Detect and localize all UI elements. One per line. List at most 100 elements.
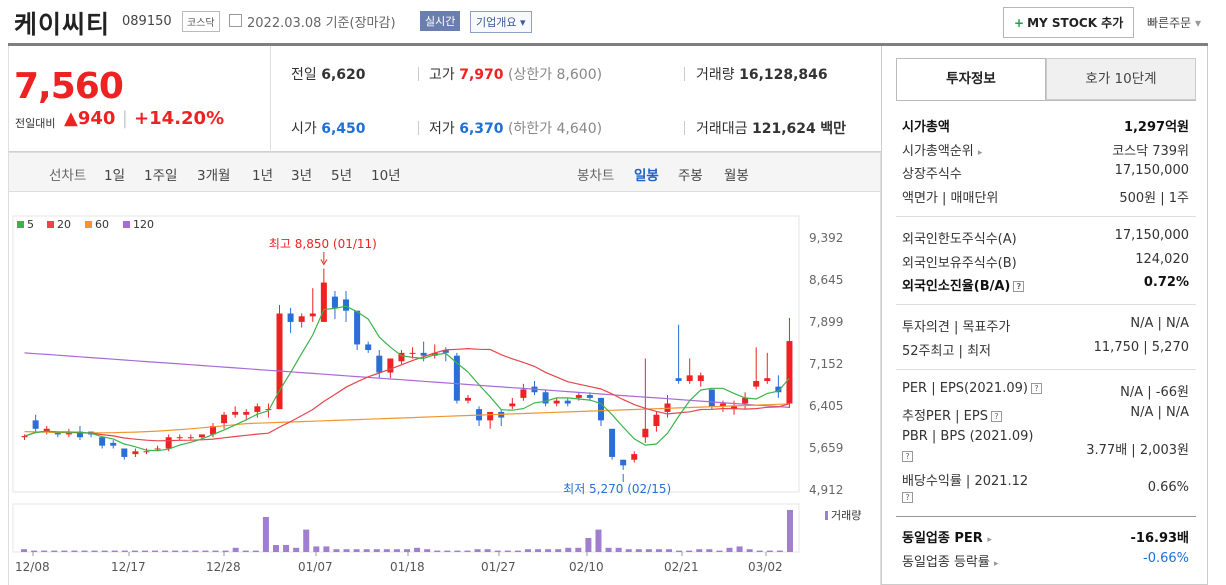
- candle-monthly[interactable]: 월봉: [724, 164, 749, 184]
- chevron-down-icon: ▾: [1195, 16, 1202, 30]
- quick-order-link[interactable]: 빠른주문 ▾: [1147, 14, 1201, 31]
- volume-bar: [91, 550, 98, 552]
- pbr-row: PBR | BPS (2021.09)? 3.77배 | 2,003원: [902, 429, 1189, 462]
- candle-body: [187, 437, 194, 439]
- candle-body: [21, 436, 28, 438]
- stock-header: 케이씨티 089150 코스닥 2022.03.08 기준(장마감) 실시간 기…: [0, 0, 1226, 44]
- volume-bar: [605, 547, 612, 552]
- help-icon[interactable]: ?: [902, 492, 913, 503]
- help-icon[interactable]: ?: [1030, 383, 1042, 394]
- candle-body: [764, 378, 771, 381]
- tab-invest-info[interactable]: 투자정보: [896, 58, 1046, 100]
- opinion-row: 투자의견 | 목표주가 N/A | N/A: [902, 316, 1189, 335]
- add-my-stock-button[interactable]: + MY STOCK 추가: [1003, 7, 1135, 38]
- volume-legend-swatch: [825, 511, 828, 520]
- volume-bar: [101, 550, 108, 552]
- listed-shares-row: 상장주식수 17,150,000: [902, 163, 1189, 182]
- market-cap-rank-row[interactable]: 시가총액순위 ▸ 코스닥 739위: [902, 140, 1189, 160]
- volume-bar: [474, 549, 481, 552]
- candle-body: [697, 375, 704, 381]
- caret-right-icon: ▸: [994, 559, 999, 569]
- volume-bar: [121, 550, 128, 552]
- tab-orderbook[interactable]: 호가 10단계: [1046, 58, 1196, 100]
- candle-body: [586, 395, 593, 398]
- period-10y[interactable]: 10년: [371, 164, 401, 184]
- volume-bar: [31, 550, 38, 552]
- candle-body: [575, 395, 582, 398]
- candle-body: [287, 313, 294, 322]
- candle-body: [409, 352, 416, 354]
- help-icon[interactable]: ?: [990, 411, 1002, 422]
- divider: [418, 121, 419, 135]
- y-tick-label: 9,392: [809, 231, 843, 245]
- divider: [418, 67, 419, 81]
- candle-body: [376, 355, 383, 373]
- candle-body: [221, 414, 228, 424]
- x-tick-label: 02/10: [569, 560, 604, 574]
- volume-bar: [676, 550, 683, 552]
- volume-bar: [393, 549, 400, 552]
- sector-per-row[interactable]: 동일업종 PER ▸ -16.93배: [902, 527, 1189, 547]
- volume-bar: [283, 545, 290, 552]
- volume-bar: [141, 550, 148, 552]
- chevron-down-icon: ▾: [519, 16, 526, 29]
- volume-bar: [716, 550, 723, 552]
- x-tick-label: 02/21: [664, 560, 699, 574]
- candle-body: [110, 442, 117, 446]
- volume-bar: [555, 549, 562, 552]
- period-3m[interactable]: 3개월: [197, 164, 230, 184]
- candle-body: [198, 434, 205, 438]
- volume-bar: [383, 549, 390, 552]
- volume-bar: [645, 549, 652, 552]
- volume-bar: [111, 550, 118, 552]
- candle-body: [32, 420, 39, 429]
- divider: [896, 304, 1196, 305]
- sector-change-row[interactable]: 동일업종 등락률 ▸ -0.66%: [902, 551, 1189, 571]
- period-1d[interactable]: 1일: [104, 164, 125, 184]
- candle-daily[interactable]: 일봉: [634, 164, 659, 184]
- company-info-dropdown[interactable]: 기업개요 ▾: [470, 11, 532, 33]
- volume-bar: [565, 547, 572, 552]
- x-tick-label: 01/18: [390, 560, 425, 574]
- divider: [896, 516, 1196, 517]
- volume-bar: [464, 550, 471, 552]
- volume-bar: [424, 549, 431, 552]
- divider: [684, 67, 685, 81]
- volume-bar: [535, 549, 542, 552]
- price-chart[interactable]: 5 20 60 120 9,392 8,645 7,899 7,152 6,405 5,659 4,…: [9, 192, 882, 585]
- volume-bar: [51, 550, 58, 552]
- help-icon[interactable]: ?: [1013, 281, 1025, 292]
- candle-body: [309, 313, 316, 317]
- legend-swatch-120: [123, 221, 130, 228]
- volume-bar: [293, 547, 300, 552]
- market-badge: 코스닥: [182, 11, 220, 32]
- help-icon[interactable]: ?: [902, 451, 913, 462]
- period-5y[interactable]: 5년: [331, 164, 352, 184]
- legend-label-120: 120: [133, 218, 154, 231]
- volume-bar: [615, 547, 622, 552]
- x-tick-label: 01/27: [481, 560, 516, 574]
- volume-bar: [313, 546, 320, 552]
- volume-bar: [272, 545, 279, 552]
- volume-bar: [736, 546, 743, 552]
- per-row: PER | EPS(2021.09)? N/A | -66원: [902, 381, 1189, 400]
- y-tick-label: 6,405: [809, 399, 843, 413]
- volume-bar: [575, 547, 582, 552]
- y-tick-label: 7,152: [809, 357, 843, 371]
- stock-name: 케이씨티: [14, 10, 111, 39]
- period-1w[interactable]: 1주일: [144, 164, 177, 184]
- foreign-holding-row: 외국인보유주식수(B) 124,020: [902, 252, 1189, 271]
- price-change: ▲940 | +14.20%: [64, 108, 225, 129]
- ma-120-line: [24, 352, 790, 408]
- candle-weekly[interactable]: 주봉: [678, 164, 703, 184]
- candle-body: [753, 380, 760, 387]
- volume-bar: [444, 550, 451, 552]
- volume-bar: [303, 529, 310, 552]
- period-3y[interactable]: 3년: [291, 164, 312, 184]
- period-1y[interactable]: 1년: [252, 164, 273, 184]
- realtime-button[interactable]: 실시간: [420, 11, 461, 31]
- volume-bar: [323, 546, 330, 552]
- volume-bar: [343, 549, 350, 552]
- market-cap-row: 시가총액 1,297억원: [902, 120, 1189, 135]
- volume-bar: [71, 550, 78, 552]
